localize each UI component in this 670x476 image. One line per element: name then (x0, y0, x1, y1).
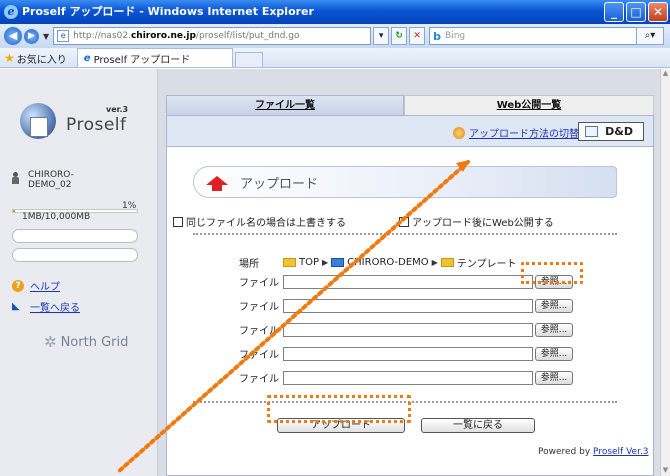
annotation-arrow-line (116, 160, 470, 474)
annotation-overlay (116, 160, 470, 474)
